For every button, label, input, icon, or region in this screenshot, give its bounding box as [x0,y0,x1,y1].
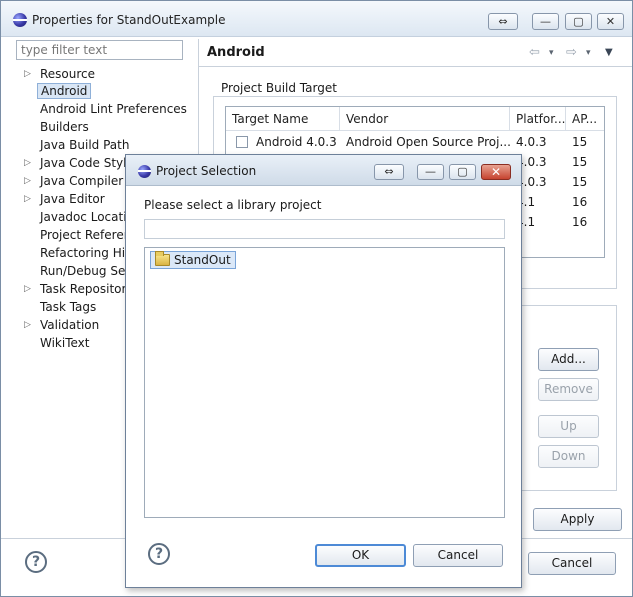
down-button[interactable]: Down [538,445,599,468]
tree-item-label: Java Editor [40,192,105,206]
minimize-button[interactable]: — [532,13,559,30]
dialog-restore-button[interactable]: ⇔ [374,164,404,180]
tree-item-label: Builders [40,120,89,134]
column-header-platform[interactable]: Platfor... [510,107,566,131]
back-dropdown-icon[interactable]: ▾ [549,48,554,58]
tree-item-label: Resource [40,67,96,81]
column-header-target-name[interactable]: Target Name [226,107,340,131]
dialog-maximize-button[interactable]: ▢ [449,164,476,180]
dialog-help-icon[interactable]: ? [148,543,170,565]
help-icon[interactable]: ? [25,551,47,573]
column-header-vendor[interactable]: Vendor [340,107,510,131]
add-library-button[interactable]: Add... [538,348,599,371]
project-selection-dialog: Project Selection ⇔ — ▢ ✕ Please select … [125,154,522,588]
target-checkbox[interactable] [236,136,248,148]
title-bar[interactable]: Properties for StandOutExample ⇔ — ▢ ✕ [1,1,632,37]
expand-arrow-icon[interactable]: ▷ [24,69,31,79]
tree-item-label: Task Tags [40,300,97,314]
expand-arrow-icon[interactable]: ▷ [24,158,31,168]
ok-button[interactable]: OK [315,544,406,567]
page-title: Android [207,45,265,60]
up-button[interactable]: Up [538,415,599,438]
project-label: StandOut [174,253,231,267]
forward-arrow-icon[interactable]: ⇨ [566,45,577,60]
page-header: Android ⇦ ▾ ⇨ ▾ ▼ [199,38,632,67]
project-filter-input[interactable] [144,219,505,239]
target-api: 16 [572,195,588,209]
view-menu-icon[interactable]: ▼ [605,47,613,58]
expand-arrow-icon[interactable]: ▷ [24,176,31,186]
target-api: 15 [572,135,588,149]
dialog-cancel-button[interactable]: Cancel [413,544,503,567]
target-api: 15 [572,155,588,169]
project-folder-icon [155,251,170,266]
dialog-title-bar[interactable]: Project Selection ⇔ — ▢ ✕ [126,155,521,186]
dialog-prompt: Please select a library project [144,198,322,212]
tree-item-label: Task Repository [40,282,134,296]
tree-item-label: Android [37,83,92,99]
tree-item-label: Android Lint Preferences [40,102,187,116]
close-button[interactable]: ✕ [597,13,624,30]
cancel-button[interactable]: Cancel [528,552,616,575]
target-platform: 4.0.3 [516,135,547,149]
remove-library-button[interactable]: Remove [538,378,599,401]
expand-arrow-icon[interactable]: ▷ [24,284,31,294]
maximize-button[interactable]: ▢ [565,13,592,30]
expand-arrow-icon[interactable]: ▷ [24,320,31,330]
tree-item-label: Java Code Style [40,156,134,170]
tree-item-label: Java Build Path [40,138,130,152]
project-list[interactable]: StandOut [144,247,505,518]
target-vendor: Android Open Source Proj... [346,135,510,149]
dialog-title: Project Selection [156,164,257,178]
window-title: Properties for StandOutExample [32,13,226,27]
apply-button[interactable]: Apply [533,508,622,531]
tree-item-label: WikiText [40,336,90,350]
column-header-api[interactable]: AP... [566,107,604,131]
tree-item-label: Validation [40,318,100,332]
tree-item-label: Java Compiler [40,174,124,188]
eclipse-icon [13,13,27,27]
dialog-close-button[interactable]: ✕ [481,164,511,180]
restore-window-button[interactable]: ⇔ [488,13,518,30]
eclipse-icon [138,165,151,178]
project-item-standout[interactable]: StandOut [150,251,236,269]
target-api: 16 [572,215,588,229]
forward-dropdown-icon[interactable]: ▾ [586,48,591,58]
target-api: 15 [572,175,588,189]
back-arrow-icon[interactable]: ⇦ [529,45,540,60]
dialog-minimize-button[interactable]: — [417,164,444,180]
target-name: Android 4.0.3 [256,135,337,149]
build-target-label: Project Build Target [221,81,337,95]
filter-input[interactable]: type filter text [16,40,183,60]
expand-arrow-icon[interactable]: ▷ [24,194,31,204]
